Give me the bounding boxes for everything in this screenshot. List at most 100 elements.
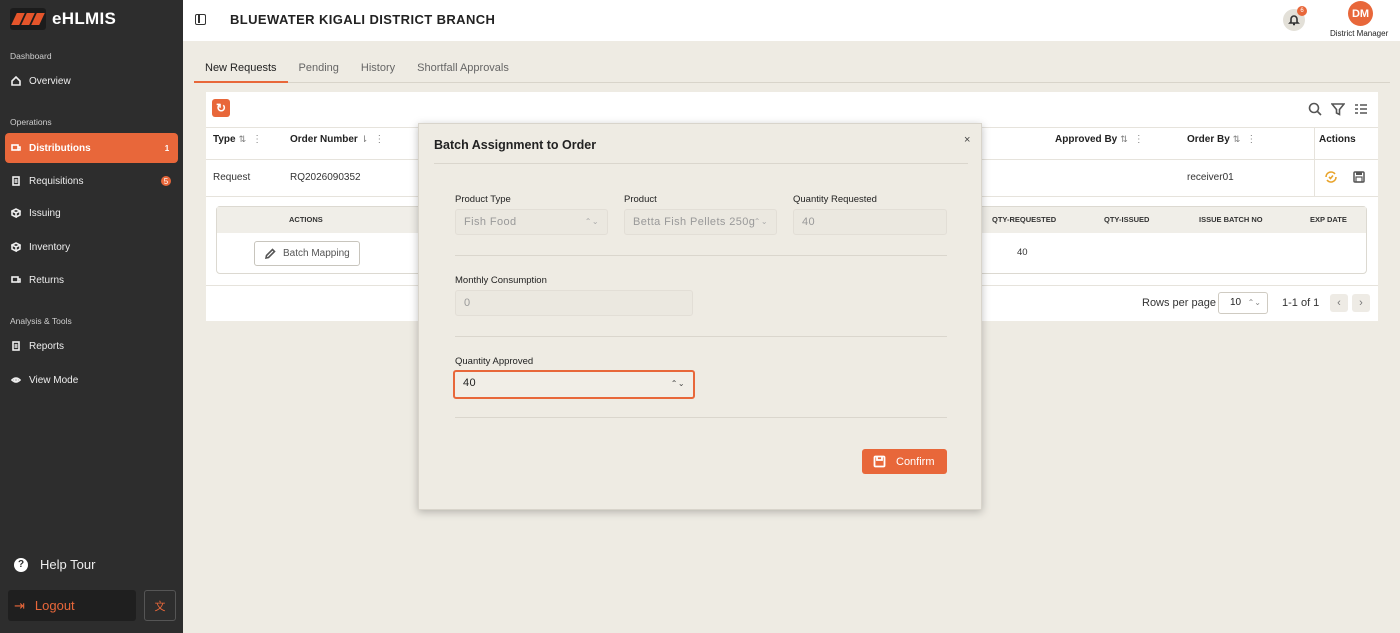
logout-icon: ⇥: [14, 597, 25, 613]
sidebar-item-label: Issuing: [29, 207, 61, 219]
tab-new-requests[interactable]: New Requests: [194, 55, 288, 83]
sidebar: eHLMIS Dashboard Overview Operations Dis…: [0, 0, 183, 633]
brand[interactable]: eHLMIS: [10, 8, 116, 30]
sort-icon[interactable]: ⇅: [1120, 134, 1128, 144]
translate-icon: 文: [154, 600, 166, 613]
logout-button[interactable]: ⇥ Logout: [8, 590, 136, 621]
sidebar-item-label: View Mode: [29, 374, 79, 386]
select-caret-icon: ⌃⌄: [1247, 298, 1261, 307]
columns-icon[interactable]: [1354, 102, 1368, 116]
column-label: Type: [213, 134, 236, 145]
section-label-analysis: Analysis & Tools: [10, 316, 72, 326]
column-menu-icon[interactable]: ⋮: [1134, 134, 1144, 145]
column-header-actions: Actions: [1319, 134, 1356, 145]
sidebar-toggle-icon[interactable]: [195, 14, 206, 25]
cell-type: Request: [213, 172, 251, 183]
next-page-button[interactable]: ›: [1352, 294, 1370, 312]
rows-per-page-label: Rows per page: [1142, 297, 1216, 309]
sidebar-item-label: Returns: [29, 274, 65, 286]
select-caret-icon: ⌃⌄: [584, 217, 599, 226]
column-header-order-number[interactable]: Order Number ⇂ ⋮: [290, 134, 384, 145]
sidebar-item-issuing[interactable]: Issuing: [5, 198, 178, 228]
product-type-value: Fish Food: [464, 216, 517, 228]
box-icon: [11, 208, 21, 218]
quantity-stepper-icon[interactable]: ⌃⌄: [671, 379, 685, 388]
tab-pending[interactable]: Pending: [288, 55, 350, 83]
confirm-button[interactable]: Confirm: [862, 449, 947, 474]
column-menu-icon[interactable]: ⋮: [374, 134, 384, 145]
distributions-badge: 1: [164, 143, 170, 153]
brand-logo-icon: [10, 8, 46, 30]
save-edit-icon: [873, 455, 886, 468]
help-tour-button[interactable]: ? Help Tour: [14, 557, 95, 572]
monthly-consumption-field[interactable]: 0: [455, 290, 693, 316]
pencil-icon: [264, 247, 276, 259]
sidebar-item-label: Overview: [29, 75, 71, 87]
sidebar-item-reports[interactable]: Reports: [5, 331, 178, 361]
sub-column-issue-batch-no: ISSUE BATCH NO: [1199, 215, 1263, 224]
column-header-order-by[interactable]: Order By ⇅ ⋮: [1187, 134, 1256, 145]
filter-icon[interactable]: [1330, 102, 1346, 116]
rows-per-page-select[interactable]: 10 ⌃⌄: [1218, 292, 1268, 314]
batch-mapping-button[interactable]: Batch Mapping: [254, 241, 360, 266]
report-icon: [11, 341, 21, 351]
product-value: Betta Fish Pellets 250g: [633, 216, 756, 228]
sort-icon[interactable]: ⇅: [239, 134, 247, 144]
column-header-type[interactable]: Type ⇅ ⋮: [213, 134, 262, 145]
product-type-select[interactable]: Fish Food ⌃⌄: [455, 209, 608, 235]
help-icon: ?: [14, 557, 28, 572]
refresh-button[interactable]: ↻: [212, 99, 230, 117]
column-menu-icon[interactable]: ⋮: [1246, 134, 1256, 145]
inventory-icon: [11, 242, 21, 252]
confirm-label: Confirm: [896, 455, 935, 468]
truck-icon: [11, 143, 21, 153]
notification-badge: 6: [1297, 6, 1307, 16]
sidebar-item-distributions[interactable]: Distributions 1: [5, 133, 178, 163]
help-tour-label: Help Tour: [40, 557, 96, 572]
sidebar-item-view-mode[interactable]: View Mode: [5, 365, 178, 395]
avatar[interactable]: DM: [1348, 1, 1373, 26]
column-menu-icon[interactable]: ⋮: [252, 134, 262, 145]
rows-per-page-value: 10: [1230, 297, 1242, 308]
close-icon[interactable]: ×: [964, 134, 970, 146]
translate-button[interactable]: 文: [144, 590, 176, 621]
sub-column-actions: ACTIONS: [289, 215, 323, 224]
product-select[interactable]: Betta Fish Pellets 250g ⌃⌄: [624, 209, 777, 235]
column-label: Order By: [1187, 134, 1230, 145]
sort-icon[interactable]: ⇅: [1233, 134, 1241, 144]
top-header: BLUEWATER KIGALI DISTRICT BRANCH 6 DM Di…: [183, 0, 1400, 41]
eye-icon: [11, 375, 21, 385]
sidebar-item-returns[interactable]: Returns: [5, 265, 178, 295]
chevron-right-icon: ›: [1359, 297, 1363, 309]
sort-icon[interactable]: ⇂: [361, 134, 369, 144]
column-label: Approved By: [1055, 134, 1118, 145]
cell-order-number: RQ2026090352: [290, 172, 361, 183]
quantity-approved-input[interactable]: 40 ⌃⌄: [453, 370, 695, 399]
sidebar-item-overview[interactable]: Overview: [5, 66, 178, 96]
tab-history[interactable]: History: [350, 55, 406, 83]
sidebar-item-label: Inventory: [29, 241, 71, 253]
sidebar-item-inventory[interactable]: Inventory: [5, 232, 178, 262]
page-range: 1-1 of 1: [1282, 297, 1320, 309]
sidebar-item-requisitions[interactable]: Requisitions 5: [5, 166, 178, 196]
sub-column-qty-requested: QTY-REQUESTED: [992, 215, 1057, 224]
column-header-approved-by[interactable]: Approved By ⇅ ⋮: [1055, 134, 1144, 145]
requisitions-badge: 5: [161, 176, 171, 186]
bell-icon: [1288, 15, 1300, 26]
modal-divider: [434, 163, 968, 164]
tab-bar: New Requests Pending History Shortfall A…: [194, 55, 1390, 83]
assign-icon[interactable]: [1324, 170, 1338, 184]
monthly-consumption-value: 0: [464, 297, 471, 309]
save-icon[interactable]: [1352, 170, 1366, 184]
quantity-requested-label: Quantity Requested: [793, 194, 877, 205]
app-name: eHLMIS: [52, 9, 117, 28]
search-icon[interactable]: [1308, 102, 1322, 116]
modal-divider: [455, 336, 947, 337]
monthly-consumption-label: Monthly Consumption: [455, 275, 547, 286]
page-title: BLUEWATER KIGALI DISTRICT BRANCH: [230, 12, 496, 27]
quantity-requested-field[interactable]: 40: [793, 209, 947, 235]
tab-shortfall-approvals[interactable]: Shortfall Approvals: [406, 55, 520, 83]
column-label: Order Number: [290, 134, 358, 145]
select-caret-icon: ⌃⌄: [753, 217, 768, 226]
prev-page-button[interactable]: ‹: [1330, 294, 1348, 312]
